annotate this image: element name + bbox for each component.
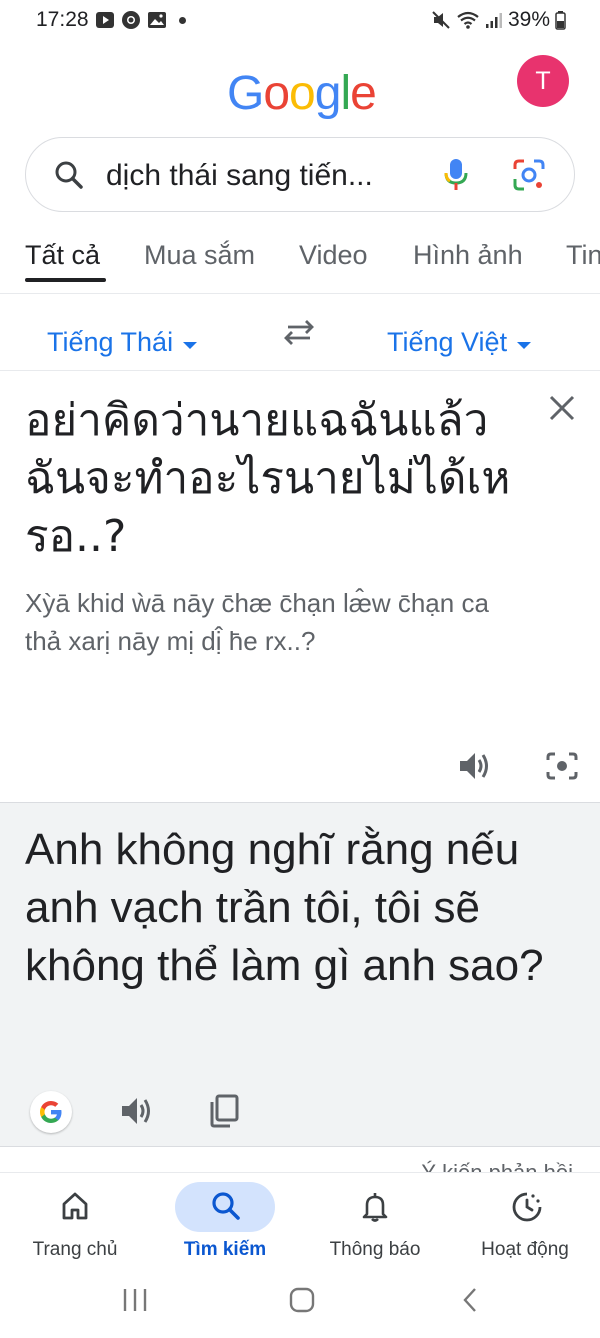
- speaker-icon[interactable]: [120, 1095, 154, 1127]
- home-button-icon[interactable]: [288, 1286, 316, 1314]
- copy-icon[interactable]: [208, 1094, 240, 1128]
- nav-label-activity: Hoạt động: [481, 1239, 569, 1260]
- chevron-down-icon: [517, 342, 532, 349]
- logo-letter: e: [350, 67, 377, 120]
- search-tabs: Tất cả Mua sắm Video Hình ảnh Tin: [0, 236, 600, 294]
- mute-icon: [432, 11, 450, 29]
- battery-icon: [555, 11, 566, 30]
- bottom-navigation: Trang chủ Tìm kiếm Thông báo Hoạt động: [0, 1172, 600, 1272]
- camera-icon[interactable]: [545, 750, 579, 782]
- google-logo[interactable]: Google: [227, 66, 377, 121]
- nav-label-search: Tìm kiếm: [183, 1239, 267, 1260]
- logo-letter: o: [289, 67, 316, 120]
- nav-label-notifications: Thông báo: [329, 1239, 421, 1260]
- recent-apps-icon[interactable]: [120, 1286, 150, 1314]
- gallery-notification-icon: [148, 12, 166, 28]
- logo-letter: l: [340, 67, 351, 120]
- search-query[interactable]: dịch thái sang tiến...: [106, 159, 373, 193]
- google-g-icon[interactable]: [30, 1091, 72, 1133]
- google-lens-icon[interactable]: [512, 157, 546, 193]
- nav-notifications[interactable]: Thông báo: [300, 1173, 450, 1273]
- nav-activity[interactable]: Hoạt động: [450, 1173, 600, 1273]
- translated-text: Anh không nghĩ rằng nếu anh vạch trần tô…: [25, 825, 544, 990]
- home-icon: [62, 1192, 88, 1220]
- battery-percent: 39%: [507, 8, 550, 31]
- target-language-label: Tiếng Việt: [387, 327, 508, 357]
- nav-search[interactable]: Tìm kiếm: [150, 1173, 300, 1273]
- logo-letter: g: [314, 67, 342, 120]
- nav-label-home: Trang chủ: [32, 1239, 118, 1260]
- account-avatar[interactable]: T: [517, 55, 569, 107]
- search-icon: [55, 161, 83, 189]
- logo-letter: G: [227, 67, 264, 120]
- avatar-initial: T: [535, 66, 551, 95]
- source-language-label: Tiếng Thái: [47, 327, 174, 357]
- source-language-dropdown[interactable]: Tiếng Thái: [47, 327, 198, 358]
- language-selector-row: Tiếng Thái Tiếng Việt: [0, 295, 600, 371]
- signal-icon: [485, 13, 502, 28]
- microphone-icon[interactable]: [442, 157, 470, 193]
- tab-news[interactable]: Tin: [566, 240, 600, 271]
- target-language-dropdown[interactable]: Tiếng Việt: [387, 327, 532, 358]
- status-right: 39%: [431, 8, 566, 32]
- transliteration-text: Xỳā khid ẁā nāy c̄hæ c̄hạn læ̂w c̄hạn ca…: [25, 588, 489, 656]
- notification-icons: [95, 10, 186, 30]
- status-time: 17:28: [36, 8, 89, 31]
- active-tab-indicator: [25, 278, 106, 282]
- tab-video[interactable]: Video: [299, 240, 368, 271]
- chrome-notification-icon: [122, 11, 140, 29]
- logo-letter: o: [263, 67, 290, 120]
- swap-languages-icon[interactable]: [282, 317, 316, 347]
- close-icon[interactable]: [548, 394, 576, 422]
- speaker-icon[interactable]: [458, 750, 492, 782]
- video-notification-icon: [96, 12, 114, 28]
- nav-home[interactable]: Trang chủ: [0, 1173, 150, 1273]
- back-icon[interactable]: [460, 1286, 480, 1314]
- source-text[interactable]: อย่าคิดว่านายแฉฉันแล้วฉันจะทำอะไรนายไม่ไ…: [25, 392, 525, 566]
- source-text-panel: อย่าคิดว่านายแฉฉันแล้วฉันจะทำอะไรนายไม่ไ…: [0, 372, 600, 802]
- chevron-down-icon: [183, 342, 198, 349]
- activity-icon: [512, 1192, 542, 1222]
- search-bar[interactable]: dịch thái sang tiến...: [25, 137, 575, 212]
- system-navigation-bar: [0, 1272, 600, 1338]
- status-bar: 17:28 39%: [0, 0, 600, 40]
- more-notifications-dot: [179, 16, 186, 24]
- tab-images[interactable]: Hình ảnh: [413, 240, 523, 271]
- bell-icon: [362, 1193, 388, 1222]
- search-icon: [212, 1192, 240, 1220]
- translation-panel: Anh không nghĩ rằng nếu anh vạch trần tô…: [0, 802, 600, 1147]
- wifi-icon: [457, 11, 479, 29]
- tab-all[interactable]: Tất cả: [25, 240, 100, 271]
- tab-shopping[interactable]: Mua sắm: [144, 240, 255, 271]
